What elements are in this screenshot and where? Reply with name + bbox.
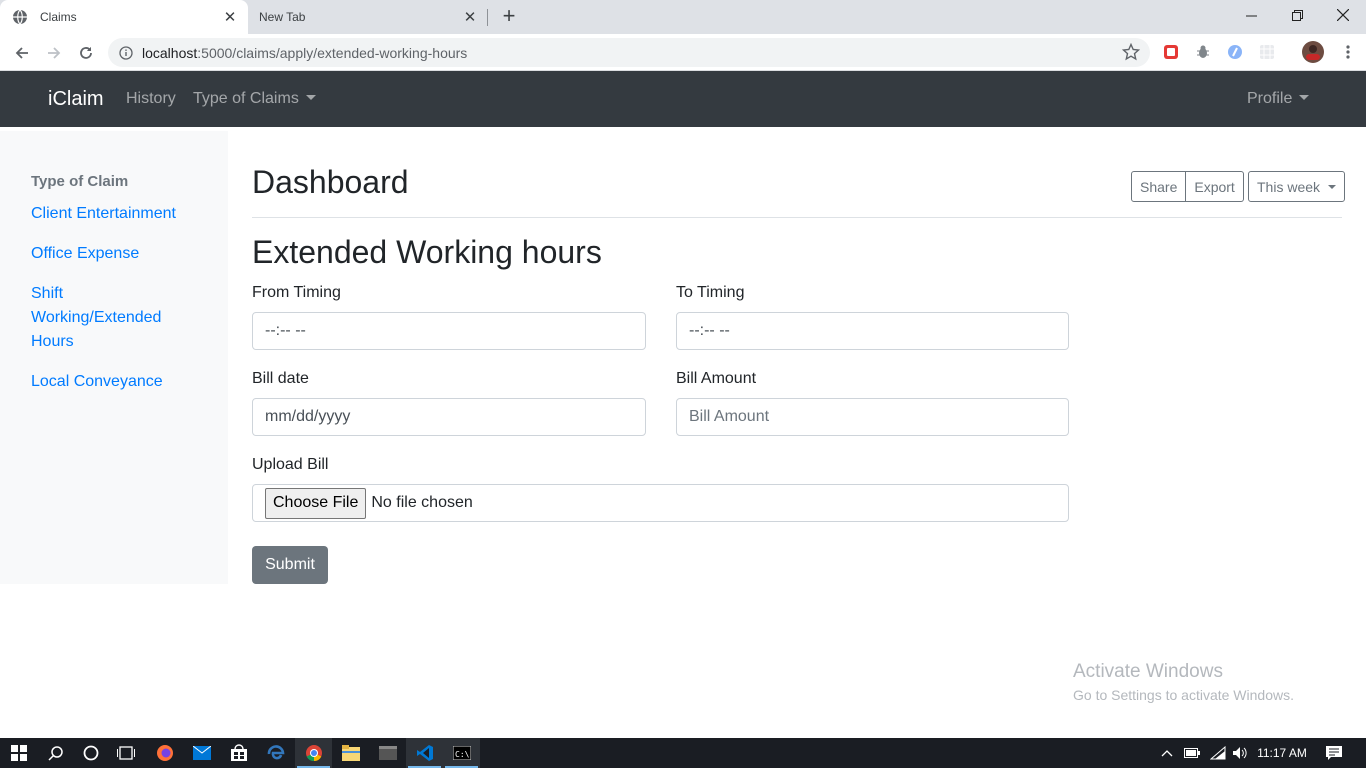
vscode-icon[interactable]: [406, 738, 443, 768]
from-timing-value: --:-- --: [265, 322, 306, 339]
chevron-up-icon[interactable]: [1158, 738, 1176, 768]
clock[interactable]: 11:17 AM: [1252, 738, 1312, 768]
restore-icon[interactable]: [1274, 0, 1320, 30]
volume-icon[interactable]: [1230, 738, 1250, 768]
bill-amount-label: Bill Amount: [676, 370, 757, 387]
sidebar-item-client-entertainment[interactable]: Client Entertainment: [31, 202, 201, 226]
bill-date-label: Bill date: [252, 370, 309, 387]
from-timing-input[interactable]: --:-- --: [252, 312, 646, 350]
choose-file-button[interactable]: Choose File: [265, 487, 367, 519]
command-prompt-icon[interactable]: C:\: [443, 738, 480, 768]
from-timing-label: From Timing: [252, 284, 341, 301]
watermark-title: Activate Windows: [1073, 661, 1223, 682]
close-window-icon[interactable]: [1320, 0, 1366, 30]
app-navbar: iClaim History Type of Claims Profile: [0, 71, 1366, 127]
chrome-icon[interactable]: [295, 738, 332, 768]
sidebar-item-office-expense[interactable]: Office Expense: [31, 242, 201, 266]
file-status-text: No file chosen: [371, 494, 473, 511]
date-range-label: This week: [1257, 178, 1321, 195]
bill-amount-placeholder: Bill Amount: [689, 408, 770, 425]
back-icon[interactable]: [10, 41, 34, 65]
tab-new-tab[interactable]: New Tab ✕: [248, 0, 488, 34]
cortana-icon[interactable]: [72, 738, 109, 768]
minimize-icon[interactable]: [1228, 0, 1274, 30]
form-title: Extended Working hours: [252, 234, 602, 270]
tab-claims[interactable]: Claims ✕: [0, 0, 248, 34]
profile-avatar-icon[interactable]: [1302, 41, 1324, 63]
nav-profile-label: Profile: [1247, 90, 1293, 107]
reload-icon[interactable]: [74, 41, 98, 65]
svg-text:C:\: C:\: [455, 750, 470, 759]
nav-profile-dropdown[interactable]: Profile: [1247, 90, 1310, 108]
sidebar-item-shift-working[interactable]: Shift Working/Extended Hours: [31, 282, 181, 354]
store-icon[interactable]: [220, 738, 257, 768]
to-timing-value: --:-- --: [689, 322, 730, 339]
notifications-icon[interactable]: [1322, 738, 1346, 768]
file-explorer-icon[interactable]: [332, 738, 369, 768]
share-export-group: Share Export: [1131, 171, 1244, 202]
extension-red-icon[interactable]: [1163, 44, 1179, 60]
extension-blue-icon[interactable]: [1227, 44, 1243, 60]
bill-amount-input[interactable]: Bill Amount: [676, 398, 1069, 436]
browser-tab-strip: Claims ✕ New Tab ✕ +: [0, 0, 1366, 34]
browser-toolbar: localhost:5000/claims/apply/extended-wor…: [0, 34, 1366, 71]
windows-start-icon[interactable]: [0, 738, 37, 768]
page-title: Dashboard: [252, 164, 409, 200]
firefox-icon[interactable]: [146, 738, 183, 768]
address-bar[interactable]: localhost:5000/claims/apply/extended-wor…: [108, 38, 1150, 67]
divider: [252, 217, 1342, 218]
url-text: localhost:5000/claims/apply/extended-wor…: [142, 45, 467, 61]
forward-icon[interactable]: [42, 41, 66, 65]
nav-type-of-claims-label: Type of Claims: [193, 90, 299, 107]
search-icon[interactable]: [37, 738, 74, 768]
sidebar-heading: Type of Claim: [31, 173, 129, 190]
upload-bill-input[interactable]: Choose File No file chosen: [252, 484, 1069, 522]
bill-date-input[interactable]: mm/dd/yyyy: [252, 398, 646, 436]
date-range-dropdown[interactable]: This week: [1248, 171, 1346, 202]
activate-windows-watermark: Activate Windows Go to Settings to activ…: [1073, 661, 1294, 703]
to-timing-input[interactable]: --:-- --: [676, 312, 1069, 350]
mail-icon[interactable]: [183, 738, 220, 768]
submit-button[interactable]: Submit: [252, 546, 328, 584]
tab-divider: [487, 9, 488, 26]
chevron-down-icon: [1299, 94, 1310, 100]
close-tab-icon[interactable]: ✕: [220, 8, 240, 26]
globe-icon: [12, 9, 28, 25]
task-view-icon[interactable]: [107, 738, 144, 768]
nav-type-of-claims-dropdown[interactable]: Type of Claims: [193, 90, 316, 108]
windows-taskbar: C:\ 11:17 AM: [0, 738, 1366, 768]
url-host: localhost: [142, 44, 198, 61]
watermark-subtitle: Go to Settings to activate Windows.: [1073, 687, 1294, 703]
chevron-down-icon: [1328, 184, 1337, 189]
brand-logo[interactable]: iClaim: [48, 88, 104, 111]
edge-icon[interactable]: [257, 738, 294, 768]
tab-title: New Tab: [259, 10, 306, 24]
chrome-menu-icon[interactable]: [1340, 44, 1356, 60]
extension-grid-icon[interactable]: [1259, 44, 1275, 60]
url-path: :5000/claims/apply/extended-working-hour…: [197, 44, 468, 61]
new-tab-button[interactable]: +: [498, 5, 520, 28]
nav-history[interactable]: History: [126, 90, 176, 108]
export-button[interactable]: Export: [1186, 171, 1244, 202]
wifi-icon[interactable]: [1208, 738, 1228, 768]
terminal-app-icon[interactable]: [369, 738, 406, 768]
battery-icon[interactable]: [1182, 738, 1202, 768]
tab-title: Claims: [40, 10, 77, 24]
sidebar-item-local-conveyance[interactable]: Local Conveyance: [31, 370, 201, 394]
share-button[interactable]: Share: [1131, 171, 1187, 202]
upload-bill-label: Upload Bill: [252, 456, 329, 473]
bill-date-value: mm/dd/yyyy: [265, 408, 351, 425]
chevron-down-icon: [305, 94, 316, 100]
to-timing-label: To Timing: [676, 284, 745, 301]
info-icon[interactable]: [119, 45, 133, 60]
extension-bug-icon[interactable]: [1195, 44, 1211, 60]
close-tab-icon[interactable]: ✕: [460, 8, 480, 26]
sidebar: Type of Claim Client Entertainment Offic…: [0, 131, 228, 584]
bookmark-star-icon[interactable]: [1122, 43, 1140, 61]
